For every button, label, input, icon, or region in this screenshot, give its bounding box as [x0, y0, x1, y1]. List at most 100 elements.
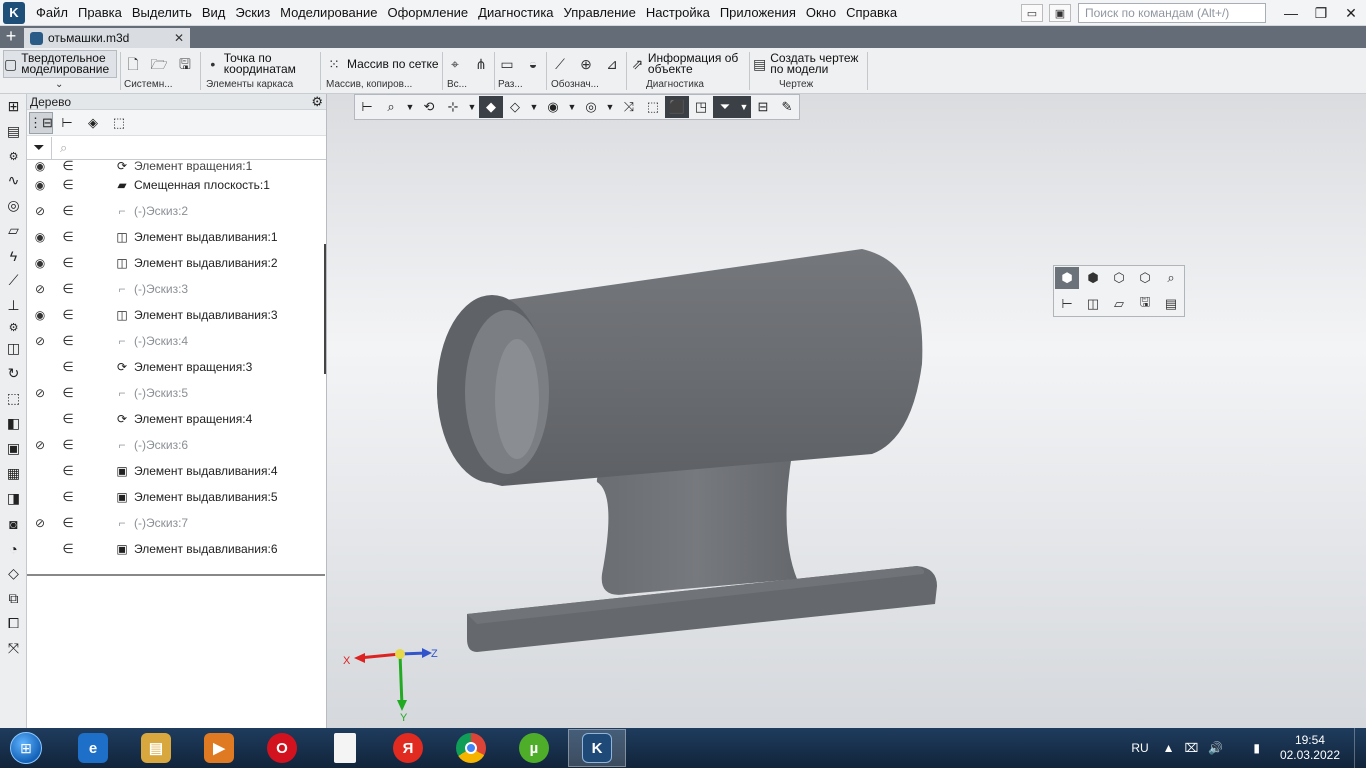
tree-row[interactable]: ∈ ⟳ Элемент вращения:3 — [27, 354, 325, 380]
object-info-button[interactable]: ⇗ Информация об объекте — [631, 50, 747, 78]
ribbon-group-section[interactable]: Раз... — [498, 79, 523, 93]
hole-tool-icon[interactable]: ◙ — [0, 511, 27, 536]
menu-item-7[interactable]: Диагностика — [473, 0, 558, 26]
zoom-dropdown-icon[interactable]: ▼ — [403, 96, 417, 118]
tray-expand-icon[interactable]: ▲ — [1163, 741, 1175, 755]
restore-icon[interactable]: ❐ — [1306, 5, 1336, 22]
save-document-button[interactable]: 🖫 — [176, 50, 198, 78]
properties-panel-icon[interactable]: ▤ — [0, 119, 27, 144]
menu-item-8[interactable]: Управление — [559, 0, 641, 26]
point-by-coords-button[interactable]: • Точка по координатам — [206, 50, 318, 78]
tree-search-input[interactable]: ⌕ — [51, 136, 326, 159]
zoom-view-icon[interactable]: ⌕ — [1159, 267, 1183, 289]
language-indicator[interactable]: RU — [1131, 741, 1148, 755]
tree-panel-icon[interactable]: ⊞ — [0, 94, 27, 119]
tree-divider[interactable] — [27, 574, 325, 576]
start-button[interactable]: ⊞ — [4, 729, 48, 767]
hidden-eye-icon[interactable]: ⊘ — [27, 516, 53, 530]
tree-row[interactable]: ◉ ∈ ◫ Элемент выдавливания:1 — [27, 224, 325, 250]
menu-item-11[interactable]: Окно — [801, 0, 841, 26]
tree-row[interactable]: ⊘ ∈ ⌐ (-)Эскиз:7 — [27, 510, 325, 536]
insert-button[interactable]: ⌖ — [446, 50, 468, 78]
wireframe-mode-icon[interactable]: ◇ — [503, 96, 527, 118]
close-icon[interactable]: ✕ — [1336, 5, 1366, 22]
mode-selector-button[interactable]: ▢ Твердотельное моделирование — [3, 50, 117, 78]
cut-extrude-tool-icon[interactable]: ▣ — [0, 436, 27, 461]
ribbon-expand-icon[interactable]: ⌄ — [55, 79, 63, 93]
minimize-icon[interactable]: — — [1276, 5, 1306, 21]
sketch-view-icon[interactable]: ⊢ — [1055, 293, 1079, 315]
new-document-button[interactable]: 🗋 — [124, 50, 146, 78]
display-dropdown-icon[interactable]: ▼ — [527, 96, 541, 118]
plane-view-icon[interactable]: ▱ — [1107, 293, 1131, 315]
lightning-tool-icon[interactable]: ϟ — [0, 243, 27, 268]
tree-structure-icon[interactable]: ⋮⊟ — [29, 111, 53, 134]
hidden-eye-icon[interactable]: ⊘ — [27, 204, 53, 218]
menu-item-1[interactable]: Правка — [73, 0, 127, 26]
standard-views-icon[interactable]: ⬚ — [641, 96, 665, 118]
taskbar-explorer[interactable]: ▤ — [127, 729, 185, 767]
kompas-logo-icon[interactable]: K — [3, 1, 25, 24]
eye-icon[interactable]: ◉ — [27, 308, 53, 322]
tree-row[interactable]: ◉ ∈ ▰ Смещенная плоскость:1 — [27, 172, 325, 198]
perspective-icon[interactable]: ⬛ — [665, 96, 689, 118]
iso-shaded-icon[interactable]: ⬢ — [1055, 267, 1079, 289]
rotate-icon[interactable]: ⟲ — [417, 96, 441, 118]
ribbon-group-diagnostics[interactable]: Диагностика — [646, 79, 704, 93]
taskbar-chrome[interactable] — [442, 729, 500, 767]
tree-row[interactable]: ∈ ▣ Элемент выдавливания:5 — [27, 484, 325, 510]
ribbon-group-frame[interactable]: Элементы каркаса — [206, 79, 293, 93]
drawing-view-icon[interactable]: ▤ — [1159, 293, 1183, 315]
menu-item-10[interactable]: Приложения — [715, 0, 801, 26]
ribbon-group-notation[interactable]: Обознач... — [551, 79, 599, 93]
fillet-tool-icon[interactable]: ◔ — [0, 536, 27, 561]
model-view[interactable]: X Z Y — [327, 94, 1366, 728]
curves-icon[interactable]: ∿ — [0, 168, 27, 193]
roughness-button[interactable]: ⊿ — [603, 50, 625, 78]
hidden-lines-icon[interactable]: ⬡ — [1133, 267, 1157, 289]
taskbar-yandex[interactable]: Я — [379, 729, 437, 767]
tree-objects-icon[interactable]: ◈ — [81, 112, 105, 134]
section-button[interactable]: ▭ — [498, 50, 520, 78]
line-tool-icon[interactable]: ⟋ — [0, 268, 27, 293]
plane-tool-icon[interactable]: ▱ — [0, 218, 27, 243]
visibility-dropdown-icon[interactable]: ▼ — [603, 96, 617, 118]
section-alt-button[interactable]: ◒ — [524, 50, 546, 78]
loft-tool-icon[interactable]: ◧ — [0, 411, 27, 436]
show-desktop-button[interactable] — [1354, 728, 1366, 768]
tree-row[interactable]: ⊘ ∈ ⌐ (-)Эскиз:6 — [27, 432, 325, 458]
tray-device-icon[interactable]: ⌧ — [1185, 741, 1199, 755]
tree-row[interactable]: ∈ ⟳ Элемент вращения:4 — [27, 406, 325, 432]
move-tool-icon[interactable]: ⤧ — [0, 636, 27, 661]
tree-row[interactable]: ⊘ ∈ ⌐ (-)Эскиз:4 — [27, 328, 325, 354]
grid-array-button[interactable]: ⁙ Массив по сетке — [325, 50, 441, 78]
revolve-tool-icon[interactable]: ↻ — [0, 361, 27, 386]
extrude-view-icon[interactable]: ◫ — [1081, 293, 1105, 315]
eye-icon[interactable]: ◉ — [27, 178, 53, 192]
taskbar-document[interactable] — [316, 729, 374, 767]
panel-layout-alt-icon[interactable]: ▣ — [1049, 4, 1071, 22]
ribbon-group-drawing[interactable]: Чертеж — [779, 79, 813, 93]
hidden-eye-icon[interactable]: ⊘ — [27, 282, 53, 296]
tree-row[interactable]: ⊘ ∈ ⌐ (-)Эскиз:2 — [27, 198, 325, 224]
wire-view-icon[interactable]: ⬡ — [1107, 267, 1131, 289]
document-tab[interactable]: отьмашки.m3d ✕ — [24, 28, 190, 48]
tree-hierarchy-icon[interactable]: ⊢ — [55, 112, 79, 134]
eye-icon[interactable]: ◉ — [27, 160, 53, 172]
network-icon[interactable]: ▮ — [1253, 741, 1260, 755]
ribbon-group-system[interactable]: Системн... — [124, 79, 173, 93]
filter-dropdown-icon[interactable]: ▼ — [737, 96, 751, 118]
clear-icon[interactable]: ⊟ — [751, 96, 775, 118]
chamfer-tool-icon[interactable]: ◇ — [0, 561, 27, 586]
taskbar-opera[interactable]: O — [253, 729, 311, 767]
eye-icon[interactable]: ◉ — [27, 256, 53, 270]
copy-tool-icon[interactable]: ⧠ — [0, 611, 27, 636]
shaded-mode-icon[interactable]: ◆ — [479, 96, 503, 118]
axis-tool-icon[interactable]: ⊥ — [0, 293, 27, 318]
orient-sketch-icon[interactable]: ⊢ — [355, 96, 379, 118]
create-drawing-button[interactable]: ▤ Создать чертеж по модели — [753, 50, 865, 78]
tree-row[interactable]: ∈ ▣ Элемент выдавливания:6 — [27, 536, 325, 562]
pick-icon[interactable]: ✎ — [775, 96, 799, 118]
tree-row[interactable]: ∈ ▣ Элемент выдавливания:4 — [27, 458, 325, 484]
command-search-input[interactable]: Поиск по командам (Alt+/) — [1078, 3, 1266, 23]
